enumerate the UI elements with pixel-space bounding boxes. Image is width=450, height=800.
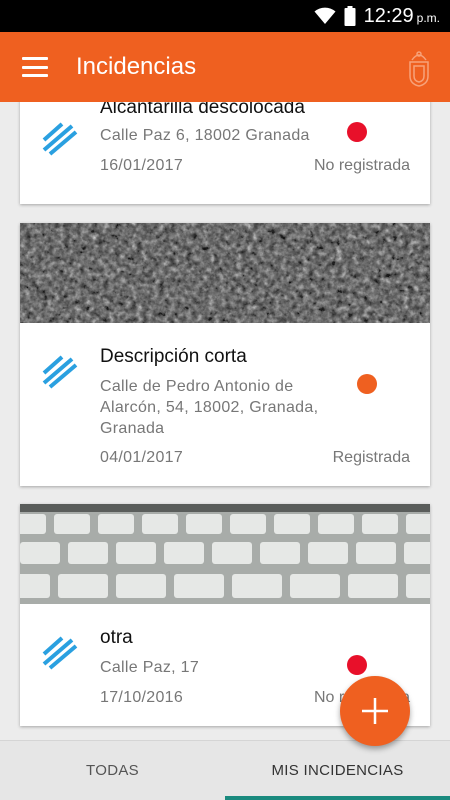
status-dot	[347, 122, 367, 142]
page-title: Incidencias	[76, 53, 197, 80]
clock-time: 12:29	[363, 4, 414, 27]
battery-icon	[344, 6, 356, 26]
clock-ampm: p.m.	[416, 11, 440, 25]
incident-card[interactable]: Alcantarilla descolocada Calle Paz 6, 18…	[20, 102, 430, 204]
app-screen: 12:29 p.m. Incidencias Alcantarilla desc…	[0, 0, 450, 800]
incident-list: Alcantarilla descolocada Calle Paz 6, 18…	[0, 102, 450, 740]
incident-date: 16/01/2017	[100, 157, 184, 174]
incident-status: No registrada	[313, 157, 410, 174]
add-incident-button[interactable]	[340, 676, 410, 746]
incident-title: Descripción corta	[100, 346, 247, 367]
status-dot	[357, 374, 377, 394]
incident-address: Calle Paz, 17	[100, 659, 200, 676]
incident-photo	[20, 504, 430, 604]
tab-todas[interactable]: TODAS	[0, 741, 225, 800]
incident-address: Calle de Pedro Antonio de Alarcón, 54, 1…	[100, 378, 319, 437]
incident-title: otra	[100, 627, 133, 648]
incident-date: 17/10/2016	[100, 689, 184, 706]
crest-icon	[409, 51, 429, 87]
incident-card[interactable]: Descripción corta Calle de Pedro Antonio…	[20, 223, 430, 486]
incident-title: Alcantarilla descolocada	[100, 102, 305, 118]
bottom-tabs: TODAS MIS INCIDENCIAS	[0, 740, 450, 800]
status-bar: 12:29 p.m.	[0, 0, 450, 32]
incident-address: Calle Paz 6, 18002 Granada	[100, 127, 310, 144]
menu-icon	[22, 57, 48, 77]
incident-date: 04/01/2017	[100, 449, 184, 466]
status-dot	[347, 655, 367, 675]
app-bar: Incidencias	[0, 32, 450, 102]
incident-type-icon	[42, 122, 78, 156]
tab-mis-incidencias[interactable]: MIS INCIDENCIAS	[225, 741, 450, 800]
menu-button[interactable]	[0, 32, 70, 102]
incident-type-icon	[42, 636, 78, 670]
plus-icon	[362, 698, 388, 724]
incident-status: Registrada	[332, 449, 410, 466]
incident-photo	[20, 223, 430, 323]
incident-type-icon	[42, 355, 78, 389]
wifi-icon	[314, 7, 336, 25]
